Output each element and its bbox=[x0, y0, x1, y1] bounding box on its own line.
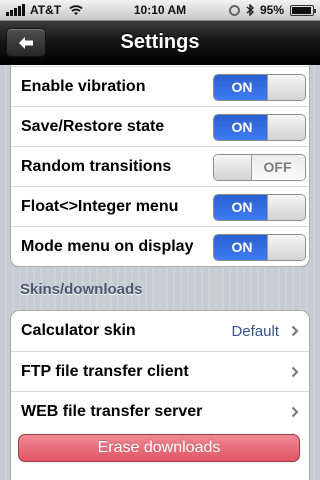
enable-vibration-toggle[interactable]: ON bbox=[213, 74, 306, 101]
row-value: Default bbox=[231, 323, 279, 340]
setting-label: Float<>Integer menu bbox=[21, 198, 179, 215]
toggle-on-label: ON bbox=[214, 235, 270, 260]
status-bar: AT&T 10:10 AM 95% bbox=[0, 0, 320, 21]
setting-row-random-transitions: Random transitions OFF bbox=[11, 146, 309, 186]
row-label: WEB file transfer server bbox=[21, 403, 203, 420]
setting-label: Mode menu on display bbox=[21, 238, 194, 255]
toggle-on-label: ON bbox=[214, 195, 270, 220]
bluetooth-icon bbox=[246, 4, 254, 16]
row-label: FTP file transfer client bbox=[21, 363, 189, 380]
calculator-skin-row[interactable]: Calculator skin Default bbox=[11, 311, 309, 351]
toggle-knob bbox=[214, 155, 252, 180]
setting-label: Save/Restore state bbox=[21, 118, 165, 135]
toggle-off-label: OFF bbox=[250, 155, 305, 180]
section-header-skins-downloads: Skins/downloads bbox=[20, 281, 143, 298]
settings-content[interactable]: Enable vibration ON Save/Restore state O… bbox=[0, 65, 320, 480]
erase-downloads-button[interactable]: Erase downloads bbox=[18, 434, 300, 462]
random-transitions-toggle[interactable]: OFF bbox=[213, 154, 306, 181]
ftp-client-row[interactable]: FTP file transfer client bbox=[11, 351, 309, 391]
toggle-on-label: ON bbox=[214, 115, 270, 140]
toggle-knob bbox=[267, 115, 305, 140]
setting-label: Enable vibration bbox=[21, 78, 146, 95]
float-integer-menu-toggle[interactable]: ON bbox=[213, 194, 306, 221]
navigation-bar: Settings bbox=[0, 21, 320, 65]
row-label: Calculator skin bbox=[21, 322, 136, 339]
toggle-knob bbox=[267, 195, 305, 220]
battery-icon bbox=[290, 4, 316, 16]
battery-fill bbox=[292, 6, 311, 14]
save-restore-state-toggle[interactable]: ON bbox=[213, 114, 306, 141]
chevron-right-icon bbox=[291, 366, 299, 378]
lock-rotation-icon bbox=[228, 4, 240, 16]
toggle-knob bbox=[267, 75, 305, 100]
web-server-row[interactable]: WEB file transfer server bbox=[11, 391, 309, 431]
chevron-right-icon bbox=[291, 325, 299, 337]
page-title: Settings bbox=[120, 31, 200, 53]
battery-percent: 95% bbox=[259, 3, 284, 17]
setting-row-mode-menu-on-display: Mode menu on display ON bbox=[11, 226, 309, 266]
status-right: 95% bbox=[228, 3, 316, 17]
setting-row-save-restore-state: Save/Restore state ON bbox=[11, 106, 309, 146]
chevron-right-icon bbox=[291, 406, 299, 418]
settings-toggle-group: Enable vibration ON Save/Restore state O… bbox=[10, 65, 310, 267]
toggle-knob bbox=[267, 235, 305, 260]
mode-menu-on-display-toggle[interactable]: ON bbox=[213, 234, 306, 261]
setting-label: Random transitions bbox=[21, 158, 172, 175]
setting-row-float-integer-menu: Float<>Integer menu ON bbox=[11, 186, 309, 226]
setting-row-enable-vibration: Enable vibration ON bbox=[11, 66, 309, 106]
toggle-on-label: ON bbox=[214, 75, 270, 100]
